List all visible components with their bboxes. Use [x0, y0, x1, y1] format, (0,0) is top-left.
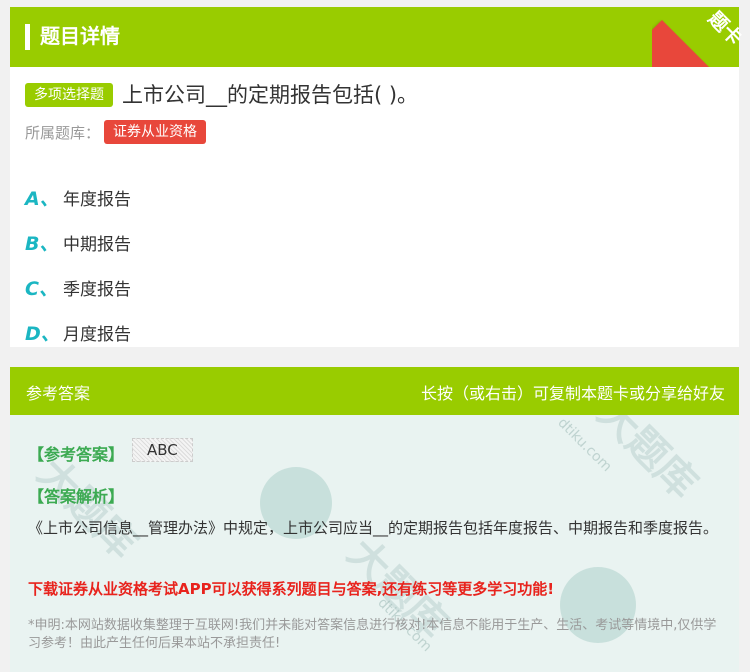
ribbon-label: 题卡: [703, 7, 747, 50]
option-text: 中期报告: [63, 235, 131, 255]
question-bank-row: 所属题库： 证券从业资格: [25, 120, 207, 144]
option-letter: A、: [25, 188, 59, 210]
question-text: 上市公司__的定期报告包括( )。: [122, 83, 419, 107]
option-letter: D、: [25, 323, 60, 345]
download-app-promo[interactable]: 下载证券从业资格考试APP可以获得系列题目与答案,还有练习等更多学习功能!: [28, 578, 554, 599]
option-b[interactable]: B、 中期报告: [25, 220, 131, 265]
option-text: 月度报告: [63, 325, 131, 345]
option-d[interactable]: D、 月度报告: [25, 310, 131, 355]
question-bank-label: 所属题库：: [25, 123, 101, 142]
question-row: 多项选择题 上市公司__的定期报告包括( )。: [25, 81, 418, 109]
option-letter: B、: [25, 233, 59, 255]
option-letter: C、: [25, 278, 58, 300]
answer-label: 【参考答案】: [28, 445, 125, 464]
analysis-text: 《上市公司信息__管理办法》中规定，上市公司应当__的定期报告包括年度报告、中期…: [28, 519, 719, 537]
question-type-badge: 多项选择题: [25, 83, 113, 107]
option-a[interactable]: A、 年度报告: [25, 175, 131, 220]
question-card: 多项选择题 上市公司__的定期报告包括( )。 所属题库： 证券从业资格 A、 …: [10, 67, 739, 347]
analysis-label: 【答案解析】: [28, 487, 125, 506]
option-text: 年度报告: [63, 190, 131, 210]
option-text: 季度报告: [63, 280, 131, 300]
answer-header: 参考答案 长按（或右击）可复制本题卡或分享给好友: [10, 367, 739, 415]
answer-header-title: 参考答案: [26, 384, 91, 403]
options-list: A、 年度报告 B、 中期报告 C、 季度报告 D、 月度报告: [25, 175, 131, 355]
header-accent-bar: [25, 24, 30, 50]
answer-value: ABC: [132, 438, 193, 462]
question-bank-link[interactable]: 证券从业资格: [104, 120, 207, 144]
disclaimer: *申明:本网站数据收集整理于互联网!我们并未能对答案信息进行核对!本信息不能用于…: [28, 618, 717, 651]
page-title: 题目详情: [40, 24, 120, 48]
page-header: 题目详情: [10, 7, 739, 67]
share-hint: 长按（或右击）可复制本题卡或分享给好友: [420, 384, 725, 403]
option-c[interactable]: C、 季度报告: [25, 265, 131, 310]
answer-panel: 大题库 大题库 大题库 dtiku.com dtiku.com 参考答案 长按（…: [10, 367, 739, 672]
